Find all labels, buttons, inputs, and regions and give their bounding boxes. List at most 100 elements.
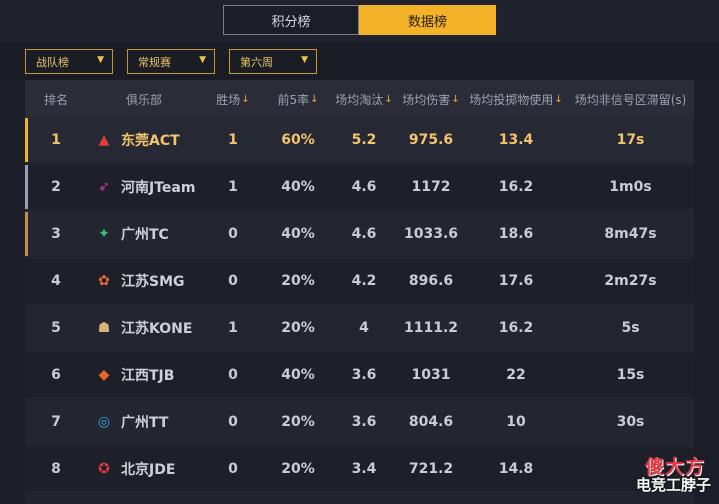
club-name[interactable]: 河南JTeam: [121, 165, 195, 209]
column-header-label: 场均伤害: [402, 92, 451, 107]
sort-arrow-icon[interactable]: ↓: [384, 94, 392, 105]
cell-wins: 0: [228, 461, 238, 477]
tab-stats[interactable]: 数据榜: [359, 5, 496, 35]
cell-avg-damage: 804.6: [408, 414, 454, 430]
filter-dropdown-week[interactable]: 第六周 ▼: [229, 49, 317, 74]
club-name[interactable]: 北京JDE: [121, 447, 175, 491]
sort-arrow-icon[interactable]: ↓: [241, 94, 249, 105]
cell-top5-rate: 20%: [281, 273, 315, 289]
club-name[interactable]: 广州TC: [121, 212, 169, 256]
tab-standings[interactable]: 积分榜: [223, 5, 359, 35]
club-name[interactable]: 广州TT: [121, 400, 168, 444]
sort-arrow-icon[interactable]: ↓: [554, 94, 562, 105]
cell-avg-damage: 1111.2: [403, 320, 459, 336]
cell-top5-rate: 40%: [281, 226, 315, 242]
sort-arrow-icon[interactable]: ↓: [451, 94, 459, 105]
column-header-rank: 排名: [25, 80, 87, 118]
column-header-avg-damage[interactable]: 场均伤害 ↓: [397, 80, 465, 118]
tc-logo-icon: ✦: [98, 226, 110, 242]
cell-rank: 7: [51, 414, 61, 430]
cell-avg-damage: 1033.6: [403, 226, 459, 242]
cell-wins: 1: [228, 132, 238, 148]
cell-top5-rate: 20%: [281, 414, 315, 430]
club-name[interactable]: 东莞ACT: [121, 118, 180, 162]
cell-avg-throwables: 10: [506, 414, 526, 430]
chevron-down-icon: ▼: [97, 55, 104, 65]
cell-avg-eliminations: 3.6: [351, 367, 377, 383]
jteam-logo-icon: ➶: [98, 179, 110, 195]
table-row[interactable]: 6 ◆ 江西TJB 0 40% 3.6 1031 22 15s: [25, 353, 694, 397]
filter-dropdown-type[interactable]: 战队榜 ▼: [25, 49, 113, 74]
chevron-down-icon: ▼: [199, 55, 206, 65]
tjb-logo-icon: ◆: [98, 367, 110, 383]
table-row[interactable]: 4 ✿ 江苏SMG 0 20% 4.2 896.6 17.6 2m27s: [25, 259, 694, 303]
cell-wins: 0: [228, 273, 238, 289]
jde-logo-icon: ✪: [98, 461, 110, 477]
cell-avg-outside-zone: 8m47s: [604, 226, 657, 242]
cell-avg-outside-zone: 17s: [616, 132, 645, 148]
table-row[interactable]: 5 ☗ 江苏KONE 1 20% 4 1111.2 16.2 5s: [25, 306, 694, 350]
column-header-avg-throwables[interactable]: 场均投掷物使用 ↓: [465, 80, 567, 118]
cell-avg-outside-zone: 5s: [621, 320, 640, 336]
table-row[interactable]: 8 ✪ 北京JDE 0 20% 3.4 721.2 14.8: [25, 447, 694, 491]
tt-logo-icon: ◎: [97, 414, 111, 430]
kone-logo-icon: ☗: [97, 320, 111, 336]
cell-avg-outside-zone: 1m0s: [609, 179, 652, 195]
sort-arrow-icon[interactable]: ↓: [310, 94, 318, 105]
chevron-down-icon: ▼: [301, 55, 308, 65]
club-name[interactable]: 江西TJB: [121, 353, 174, 397]
cell-avg-throwables: 17.6: [498, 273, 534, 289]
column-header-label: 前5率: [277, 92, 310, 107]
column-header-label: 胜场: [216, 92, 241, 107]
act-logo-icon: ▲: [98, 132, 110, 148]
table-row[interactable]: 1 ▲ 东莞ACT 1 60% 5.2 975.6 13.4 17s: [25, 118, 694, 162]
cell-avg-throwables: 22: [506, 367, 526, 383]
cell-wins: 1: [228, 320, 238, 336]
cell-rank: 6: [51, 367, 61, 383]
cell-avg-eliminations: 3.4: [351, 461, 377, 477]
tab-bar: 积分榜 数据榜: [0, 0, 719, 42]
cell-wins: 0: [228, 367, 238, 383]
column-header-label: 俱乐部: [125, 92, 162, 107]
table-row[interactable]: 7 ◎ 广州TT 0 20% 3.6 804.6 10 30s: [25, 400, 694, 444]
smg-logo-icon: ✿: [98, 273, 110, 289]
cell-wins: 0: [228, 414, 238, 430]
club-name[interactable]: 江苏SMG: [121, 259, 185, 303]
cell-avg-throwables: 13.4: [498, 132, 534, 148]
cell-top5-rate: 20%: [281, 461, 315, 477]
cell-avg-throwables: 18.6: [498, 226, 534, 242]
cell-rank: 4: [51, 273, 61, 289]
cell-avg-outside-zone: 30s: [616, 414, 645, 430]
filter-type-label: 战队榜: [36, 55, 69, 69]
cell-top5-rate: 60%: [281, 132, 315, 148]
cell-avg-throwables: 14.8: [498, 461, 534, 477]
table-row[interactable]: 2 ➶ 河南JTeam 1 40% 4.6 1172 16.2 1m0s: [25, 165, 694, 209]
cell-avg-eliminations: 4.6: [351, 226, 377, 242]
column-header-wins[interactable]: 胜场 ↓: [201, 80, 265, 118]
cell-top5-rate: 40%: [281, 179, 315, 195]
table-row[interactable]: 3 ✦ 广州TC 0 40% 4.6 1033.6 18.6 8m47s: [25, 212, 694, 256]
cell-rank: 2: [51, 179, 61, 195]
column-header-avg-eliminations[interactable]: 场均淘汰 ↓: [331, 80, 397, 118]
cell-avg-outside-zone: 15s: [616, 367, 645, 383]
club-name[interactable]: 江苏KONE: [121, 306, 192, 350]
filter-stage-label: 常规赛: [138, 55, 171, 69]
cell-top5-rate: 20%: [281, 320, 315, 336]
cell-avg-throwables: 16.2: [498, 320, 534, 336]
cell-avg-outside-zone: 2m27s: [604, 273, 657, 289]
column-header-label: 场均非信号区滞留(s): [574, 92, 687, 107]
watermark-caption: 电竞工脖子: [635, 476, 711, 494]
cell-avg-throwables: 16.2: [498, 179, 534, 195]
cell-avg-damage: 975.6: [408, 132, 454, 148]
cell-avg-eliminations: 4: [359, 320, 369, 336]
table-header: 排名 俱乐部 胜场 ↓ 前5率 ↓ 场均淘汰 ↓ 场均伤害 ↓ 场均投掷物使用 ↓ 场均非信号区滞留(s…: [25, 80, 694, 118]
cell-rank: 8: [51, 461, 61, 477]
column-header-top5-rate[interactable]: 前5率 ↓: [265, 80, 331, 118]
filter-dropdown-stage[interactable]: 常规赛 ▼: [127, 49, 215, 74]
cell-avg-eliminations: 5.2: [351, 132, 377, 148]
cell-top5-rate: 40%: [281, 367, 315, 383]
cell-avg-damage: 1172: [411, 179, 451, 195]
cell-avg-eliminations: 3.6: [351, 414, 377, 430]
cell-rank: 1: [51, 132, 61, 148]
cell-rank: 5: [51, 320, 61, 336]
